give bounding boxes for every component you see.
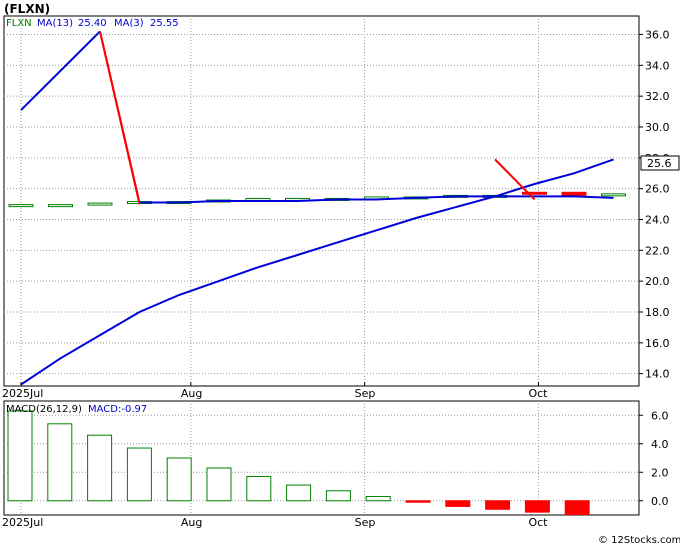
macd-bar xyxy=(87,434,113,502)
macd-bar xyxy=(564,500,590,516)
macd-bar xyxy=(485,500,511,510)
price-y-tick-label: 36.0 xyxy=(645,29,670,42)
price-y-tick-label: 32.0 xyxy=(645,90,670,103)
price-y-tick-label: 18.0 xyxy=(645,306,670,319)
price-y-axis: 14.016.018.020.022.024.026.028.030.032.0… xyxy=(639,29,670,381)
macd-x-tick-label: 2025Jul xyxy=(2,516,43,529)
macd-y-tick-label: 2.0 xyxy=(651,466,669,479)
macd-bar xyxy=(286,484,312,502)
price-y-tick-label: 22.0 xyxy=(645,244,670,257)
price-y-tick-label: 14.0 xyxy=(645,368,670,381)
macd-bar xyxy=(524,500,550,513)
price-y-tick-label: 34.0 xyxy=(645,59,670,72)
weekly-bar xyxy=(48,204,73,208)
macd-x-tick-label: Sep xyxy=(355,516,376,529)
macd-legend-value: MACD:-0.97 xyxy=(88,404,147,415)
macd-legend-label: MACD(26,12,9) xyxy=(6,404,82,415)
weekly-bar xyxy=(601,193,626,197)
price-y-tick-label: 16.0 xyxy=(645,337,670,350)
weekly-bar xyxy=(8,204,34,208)
legend-ma13: MA(13) xyxy=(37,18,73,29)
macd-y-tick-label: 6.0 xyxy=(651,409,669,422)
x-tick-label: 2025Jul xyxy=(2,387,43,400)
macd-bar xyxy=(246,476,272,502)
weekly-bar xyxy=(561,191,587,196)
stock-chart: (FLXN) 14.016.018.020.022.024.026.028.03… xyxy=(2,2,680,546)
macd-x-tick-label: Aug xyxy=(181,516,202,529)
macd-bar xyxy=(445,500,471,507)
macd-bar xyxy=(166,457,192,502)
weekly-bar xyxy=(87,202,113,206)
last-price-tag: 25.6 xyxy=(647,157,672,170)
price-y-tick-label: 26.0 xyxy=(645,183,670,196)
macd-bar xyxy=(126,447,152,502)
price-y-tick-label: 30.0 xyxy=(645,121,670,134)
watermark: © 12Stocks.com xyxy=(598,535,680,546)
x-tick-label: Aug xyxy=(181,387,202,400)
macd-bar xyxy=(206,467,232,502)
macd-y-tick-label: 0.0 xyxy=(651,495,669,508)
x-tick-label: Oct xyxy=(528,387,548,400)
macd-y-tick-label: 4.0 xyxy=(651,438,669,451)
price-y-tick-label: 20.0 xyxy=(645,275,670,288)
macd-y-axis: 0.0 2.0 4.0 6.0 xyxy=(639,409,669,508)
macd-x-axis: 2025Jul Aug Sep Oct xyxy=(2,516,548,529)
legend-ma3-value: 25.55 xyxy=(150,18,179,29)
macd-bar xyxy=(7,410,33,502)
x-tick-label: Sep xyxy=(355,387,376,400)
chart-title: (FLXN) xyxy=(4,2,50,16)
macd-bar xyxy=(325,490,351,502)
macd-x-tick-label: Oct xyxy=(528,516,548,529)
weekly-bar xyxy=(522,191,547,195)
macd-bar xyxy=(47,423,73,502)
legend-ma3: MA(3) xyxy=(114,18,144,29)
macd-bar xyxy=(405,500,431,503)
price-y-tick-label: 24.0 xyxy=(645,214,670,227)
macd-bar xyxy=(365,495,391,502)
legend-symbol: FLXN xyxy=(6,18,32,29)
legend-ma13-value: 25.40 xyxy=(78,18,107,29)
